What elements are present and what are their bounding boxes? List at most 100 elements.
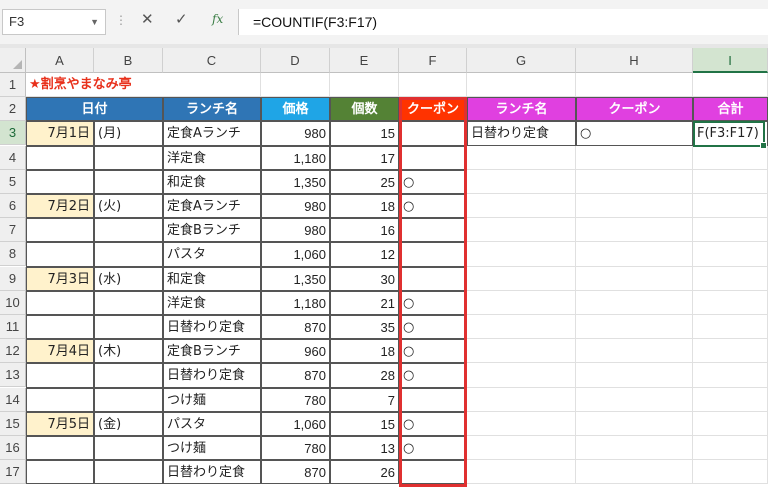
lunch-name-cell[interactable]: 定食Bランチ [163, 218, 261, 242]
count-cell[interactable]: 25 [330, 170, 399, 194]
column-header-e[interactable]: E [330, 48, 399, 73]
cell-empty[interactable] [467, 412, 576, 436]
date-cell[interactable] [26, 218, 94, 242]
date-cell[interactable] [26, 146, 94, 170]
cell-empty[interactable] [576, 436, 693, 460]
chevron-down-icon[interactable]: ▼ [90, 10, 99, 34]
count-cell[interactable]: 18 [330, 194, 399, 218]
weekday-cell[interactable] [94, 146, 163, 170]
weekday-cell[interactable]: (木) [94, 339, 163, 363]
coupon-cell[interactable]: ○ [399, 194, 467, 218]
cell-empty[interactable] [467, 194, 576, 218]
cell-empty[interactable] [261, 73, 330, 97]
price-cell[interactable]: 780 [261, 388, 330, 412]
row-header-5[interactable]: 5 [0, 170, 26, 194]
row-header-8[interactable]: 8 [0, 242, 26, 266]
date-cell[interactable] [26, 436, 94, 460]
cell-empty[interactable] [576, 194, 693, 218]
lunch-name-cell[interactable]: パスタ [163, 412, 261, 436]
coupon-cell[interactable]: ○ [399, 315, 467, 339]
cell-empty[interactable] [467, 291, 576, 315]
date-cell[interactable]: 7月5日 [26, 412, 94, 436]
cell-empty[interactable] [576, 218, 693, 242]
header-count[interactable]: 個数 [330, 97, 399, 121]
date-cell[interactable] [26, 242, 94, 267]
count-cell[interactable]: 35 [330, 315, 399, 339]
count-cell[interactable]: 17 [330, 146, 399, 170]
cell-empty[interactable] [576, 412, 693, 436]
count-cell[interactable]: 26 [330, 460, 399, 484]
cell-empty[interactable] [467, 436, 576, 460]
weekday-cell[interactable]: (月) [94, 121, 163, 146]
row-header-16[interactable]: 16 [0, 436, 26, 460]
coupon-cell[interactable]: ○ [399, 412, 467, 436]
count-cell[interactable]: 7 [330, 388, 399, 412]
price-cell[interactable]: 1,350 [261, 267, 330, 291]
column-header-h[interactable]: H [576, 48, 693, 73]
row-header-9[interactable]: 9 [0, 267, 26, 291]
cell-empty[interactable] [467, 267, 576, 291]
weekday-cell[interactable] [94, 363, 163, 388]
cell-empty[interactable] [576, 460, 693, 484]
cell-empty[interactable] [330, 73, 399, 97]
cell-empty[interactable] [576, 388, 693, 412]
lunch-name-cell[interactable]: 定食Aランチ [163, 121, 261, 146]
cell-empty[interactable] [693, 460, 768, 484]
column-header-d[interactable]: D [261, 48, 330, 73]
column-header-b[interactable]: B [94, 48, 163, 73]
row-header-7[interactable]: 7 [0, 218, 26, 242]
cell-empty[interactable] [467, 170, 576, 194]
coupon-cell[interactable]: ○ [399, 170, 467, 194]
weekday-cell[interactable] [94, 436, 163, 460]
cell-empty[interactable] [576, 73, 693, 97]
price-cell[interactable]: 870 [261, 315, 330, 339]
cell-empty[interactable] [467, 339, 576, 363]
cell-empty[interactable] [693, 436, 768, 460]
cell-empty[interactable] [693, 363, 768, 388]
cell-empty[interactable] [576, 146, 693, 170]
count-cell[interactable]: 15 [330, 121, 399, 146]
cell-empty[interactable] [576, 170, 693, 194]
lunch-name-cell[interactable]: 和定食 [163, 267, 261, 291]
cell-empty[interactable] [693, 267, 768, 291]
weekday-cell[interactable]: (金) [94, 412, 163, 436]
price-cell[interactable]: 980 [261, 121, 330, 146]
header-coupon[interactable]: クーポン [399, 97, 467, 121]
count-cell[interactable]: 18 [330, 339, 399, 363]
lunch-name-cell[interactable]: つけ麺 [163, 388, 261, 412]
lunch-name-cell[interactable]: 日替わり定食 [163, 315, 261, 339]
cancel-icon[interactable]: ✕ [141, 10, 154, 28]
cell-empty[interactable] [467, 363, 576, 388]
price-cell[interactable]: 980 [261, 218, 330, 242]
cell-empty[interactable] [693, 412, 768, 436]
count-cell[interactable]: 28 [330, 363, 399, 388]
lunch-name-cell[interactable]: つけ麺 [163, 436, 261, 460]
coupon-cell[interactable] [399, 267, 467, 291]
count-cell[interactable]: 30 [330, 267, 399, 291]
criteria-coupon-cell[interactable]: ○ [576, 121, 693, 146]
column-header-c[interactable]: C [163, 48, 261, 73]
header-total[interactable]: 合計 [693, 97, 768, 121]
weekday-cell[interactable] [94, 291, 163, 315]
cell-empty[interactable] [163, 73, 261, 97]
cell-empty[interactable] [693, 73, 768, 97]
date-cell[interactable] [26, 363, 94, 388]
cell-empty[interactable] [467, 146, 576, 170]
price-cell[interactable]: 1,060 [261, 412, 330, 436]
date-cell[interactable] [26, 170, 94, 194]
coupon-cell[interactable]: ○ [399, 339, 467, 363]
coupon-cell[interactable] [399, 460, 467, 484]
coupon-cell[interactable]: ○ [399, 436, 467, 460]
header-lunch2[interactable]: ランチ名 [467, 97, 576, 121]
cell-empty[interactable] [576, 242, 693, 267]
cell-empty[interactable] [693, 170, 768, 194]
date-cell[interactable] [26, 291, 94, 315]
count-cell[interactable]: 15 [330, 412, 399, 436]
header-coupon2[interactable]: クーポン [576, 97, 693, 121]
coupon-cell[interactable] [399, 121, 467, 146]
cell-empty[interactable] [576, 339, 693, 363]
criteria-lunch-cell[interactable]: 日替わり定食 [467, 121, 576, 146]
cell-empty[interactable] [576, 267, 693, 291]
insert-function-icon[interactable]: fx [212, 12, 223, 26]
coupon-cell[interactable]: ○ [399, 291, 467, 315]
